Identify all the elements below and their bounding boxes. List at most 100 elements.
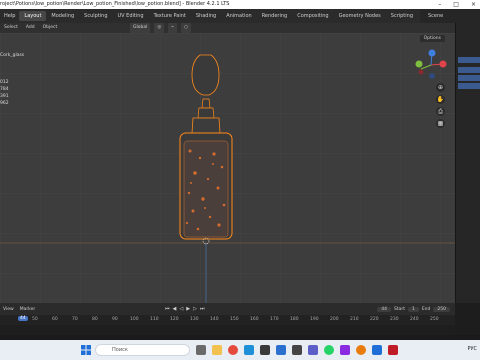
- workspace-tab-scripting[interactable]: Scripting: [386, 11, 418, 21]
- windows-start-icon[interactable]: [81, 345, 91, 355]
- ruler-tick: 80: [92, 317, 98, 322]
- ruler-tick: 110: [150, 317, 159, 322]
- camera-icon[interactable]: ⎙: [436, 107, 445, 116]
- ruler-tick: 220: [370, 317, 379, 322]
- 3d-viewport[interactable]: Cork_glass 012 784 391 962 Options ⊕ ✋ ⎙…: [0, 33, 455, 303]
- timeline-track-area[interactable]: [0, 325, 455, 335]
- ruler-tick: 100: [130, 317, 139, 322]
- close-icon[interactable]: ×: [471, 0, 476, 9]
- task-view-icon[interactable]: [196, 345, 206, 355]
- window-titlebar: roject\Potions\low_potion\Render\Low_pot…: [0, 0, 480, 9]
- workspace-tab-uv-editing[interactable]: UV Editing: [113, 11, 149, 21]
- windows-taskbar: Поиск РУС: [0, 340, 480, 360]
- gizmo-z-axis[interactable]: [428, 49, 436, 57]
- navigation-gizmo[interactable]: [413, 47, 449, 83]
- telegram-icon[interactable]: [276, 345, 286, 355]
- visual-studio-icon[interactable]: [340, 345, 350, 355]
- gizmo-y-axis[interactable]: [415, 60, 423, 68]
- play-icon[interactable]: ▶: [186, 306, 190, 312]
- ruler-tick: 150: [230, 317, 239, 322]
- opera-icon[interactable]: [388, 345, 398, 355]
- timeline-header: View Marker ⏮ ◀ ◁ ▶ ▷ ⏭ 44 Start 1 End 2…: [0, 303, 455, 315]
- ruler-tick: 60: [52, 317, 58, 322]
- current-frame-field[interactable]: 44: [377, 306, 391, 312]
- scene-selector[interactable]: Scene: [420, 9, 480, 23]
- proportional-edit-icon[interactable]: ○: [181, 23, 191, 33]
- workspace-tab-layout[interactable]: Layout: [19, 11, 47, 21]
- ruler-tick: 120: [170, 317, 179, 322]
- start-frame-field[interactable]: 1: [407, 306, 419, 312]
- ruler-tick: 210: [350, 317, 359, 322]
- jump-start-icon[interactable]: ⏮: [165, 306, 170, 312]
- orientation-dropdown[interactable]: Global: [130, 23, 151, 33]
- outliner-row-selected[interactable]: [458, 83, 480, 89]
- viewport-nav-controls: ⊕ ✋ ⎙ ▦: [436, 83, 445, 128]
- workspace-tab-compositing[interactable]: Compositing: [292, 11, 333, 21]
- ruler-tick: 200: [330, 317, 339, 322]
- current-frame-marker[interactable]: 44: [18, 316, 28, 321]
- menu-help[interactable]: Help: [0, 13, 19, 19]
- workspace-tab-rendering[interactable]: Rendering: [257, 11, 293, 21]
- gizmo-x-axis[interactable]: [439, 60, 447, 68]
- ruler-tick: 90: [112, 317, 118, 322]
- blender-icon[interactable]: [356, 345, 366, 355]
- right-side-panel: [455, 23, 480, 303]
- step-back-icon[interactable]: ◀: [173, 306, 177, 312]
- taskbar-search-box[interactable]: Поиск: [95, 344, 190, 356]
- ruler-tick: 250: [430, 317, 439, 322]
- ruler-tick: 50: [32, 317, 38, 322]
- whatsapp-icon[interactable]: [324, 345, 334, 355]
- zoom-icon[interactable]: ⊕: [436, 83, 445, 92]
- ruler-tick: 160: [250, 317, 259, 322]
- ruler-tick: 70: [72, 317, 78, 322]
- menu-select[interactable]: Select: [0, 23, 22, 33]
- start-label: Start: [393, 306, 405, 312]
- workspace-tab-animation[interactable]: Animation: [221, 11, 257, 21]
- ruler-tick: 140: [210, 317, 219, 322]
- language-indicator[interactable]: РУС: [467, 346, 477, 352]
- top-menubar: Help Layout Modeling Sculpting UV Editin…: [0, 9, 480, 23]
- ruler-tick: 240: [410, 317, 419, 322]
- vscode-icon[interactable]: [372, 345, 382, 355]
- timeline-ruler[interactable]: 44 50 60 70 80 90 100 110 120 130 140 15…: [0, 315, 455, 325]
- chrome-browser-icon[interactable]: [228, 345, 238, 355]
- ruler-tick: 170: [270, 317, 279, 322]
- ruler-tick: 190: [310, 317, 319, 322]
- jump-end-icon[interactable]: ⏭: [200, 306, 205, 312]
- outliner-row-selected[interactable]: [458, 57, 480, 63]
- discord-icon[interactable]: [308, 345, 318, 355]
- menu-object[interactable]: Object: [39, 23, 62, 33]
- grid-toggle-icon[interactable]: ▦: [436, 119, 445, 128]
- maximize-icon[interactable]: □: [453, 0, 459, 9]
- play-reverse-icon[interactable]: ◁: [179, 306, 183, 312]
- edge-browser-icon[interactable]: [244, 345, 254, 355]
- outliner-row-selected[interactable]: [458, 75, 480, 81]
- end-frame-field[interactable]: 250: [433, 306, 450, 312]
- file-explorer-icon[interactable]: [212, 345, 222, 355]
- snap-icon[interactable]: ⌁: [168, 23, 178, 33]
- outliner-row-selected[interactable]: [458, 67, 480, 73]
- ruler-tick: 180: [290, 317, 299, 322]
- viewport-header: Select Add Object Global ◎ ⌁ ○: [0, 23, 455, 33]
- ruler-tick: 130: [190, 317, 199, 322]
- timeline-menu-view[interactable]: View: [0, 307, 17, 312]
- workspace-tab-shading[interactable]: Shading: [191, 11, 221, 21]
- end-label: End: [421, 306, 431, 312]
- menu-add[interactable]: Add: [22, 23, 39, 33]
- potion-bottle-model[interactable]: [0, 33, 455, 303]
- window-title: roject\Potions\low_potion\Render\Low_pot…: [0, 1, 230, 7]
- app-icon[interactable]: [260, 345, 270, 355]
- scene-label: Scene: [428, 13, 444, 19]
- pivot-icon[interactable]: ◎: [154, 23, 165, 33]
- pan-hand-icon[interactable]: ✋: [436, 95, 445, 104]
- workspace-tab-geometry-nodes[interactable]: Geometry Nodes: [334, 11, 386, 21]
- step-forward-icon[interactable]: ▷: [193, 306, 197, 312]
- workspace-tab-modeling[interactable]: Modeling: [46, 11, 79, 21]
- timeline-menu-marker[interactable]: Marker: [17, 307, 39, 312]
- steam-icon[interactable]: [292, 345, 302, 355]
- workspace-tab-sculpting[interactable]: Sculpting: [79, 11, 112, 21]
- ruler-tick: 230: [390, 317, 399, 322]
- taskbar-search-placeholder: Поиск: [112, 347, 128, 353]
- workspace-tab-texture-paint[interactable]: Texture Paint: [149, 11, 191, 21]
- minimize-icon[interactable]: –: [438, 0, 441, 9]
